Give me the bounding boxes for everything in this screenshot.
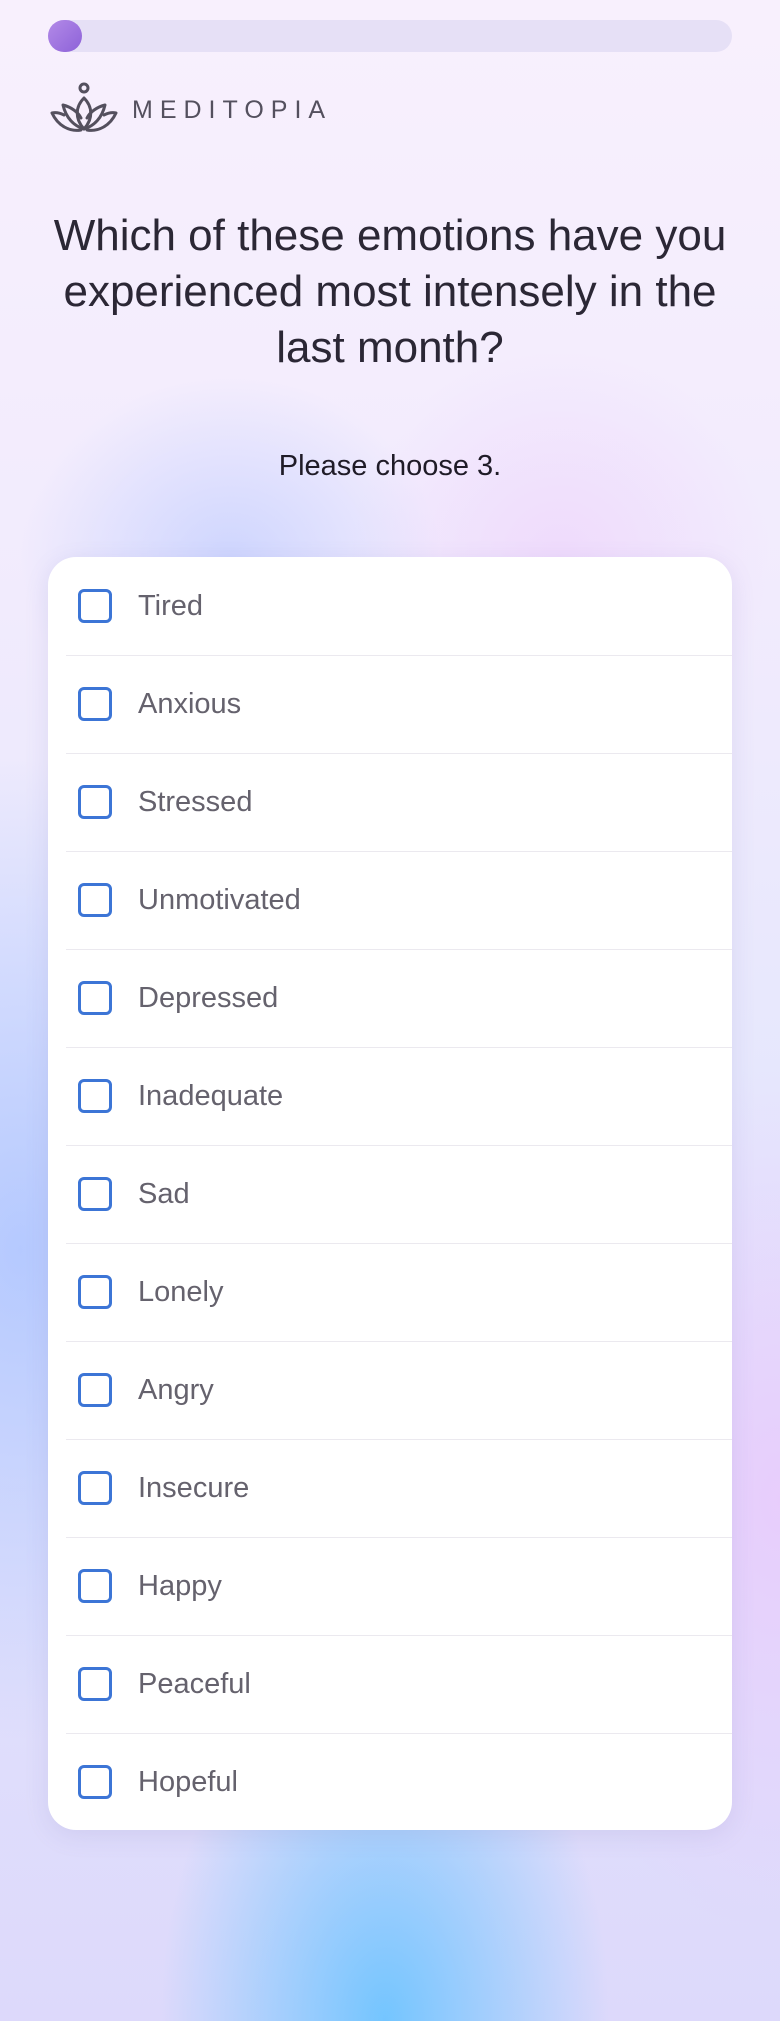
option-item[interactable]: Angry [48, 1341, 732, 1439]
brand-name: MEDITOPIA [132, 95, 333, 124]
option-item[interactable]: Happy [48, 1537, 732, 1635]
option-item[interactable]: Stressed [48, 753, 732, 851]
option-label: Lonely [138, 1275, 224, 1308]
option-label: Unmotivated [138, 883, 301, 916]
option-label: Anxious [138, 687, 242, 720]
brand-logo: MEDITOPIA [48, 80, 332, 140]
option-item[interactable]: Hopeful [48, 1733, 732, 1830]
option-label: Sad [138, 1177, 190, 1210]
progress-bar-fill [48, 20, 83, 52]
checkbox[interactable] [78, 589, 112, 623]
option-item[interactable]: Depressed [48, 949, 732, 1047]
checkbox[interactable] [78, 1177, 112, 1211]
checkbox[interactable] [78, 1275, 112, 1309]
checkbox[interactable] [78, 981, 112, 1015]
checkbox[interactable] [78, 785, 112, 819]
option-label: Insecure [138, 1471, 250, 1504]
option-label: Hopeful [138, 1765, 238, 1798]
option-item[interactable]: Unmotivated [48, 851, 732, 949]
checkbox[interactable] [78, 1569, 112, 1603]
option-label: Angry [138, 1373, 214, 1406]
checkbox[interactable] [78, 1765, 112, 1799]
option-label: Tired [138, 589, 203, 622]
option-item[interactable]: Anxious [48, 655, 732, 753]
options-list: Tired Anxious Stressed Unmotivated Depre… [48, 557, 732, 1830]
option-label: Happy [138, 1569, 222, 1602]
option-item[interactable]: Sad [48, 1145, 732, 1243]
checkbox[interactable] [78, 687, 112, 721]
option-item[interactable]: Tired [48, 557, 732, 655]
option-label: Inadequate [138, 1079, 284, 1112]
progress-bar [48, 20, 732, 52]
option-label: Depressed [138, 981, 279, 1014]
question-instruction: Please choose 3. [278, 450, 502, 482]
lotus-icon [48, 79, 120, 142]
option-item[interactable]: Insecure [48, 1439, 732, 1537]
option-label: Peaceful [138, 1667, 251, 1700]
checkbox[interactable] [78, 1373, 112, 1407]
checkbox[interactable] [78, 883, 112, 917]
question-title: Which of these emotions have you experie… [53, 211, 727, 372]
option-label: Stressed [138, 785, 253, 818]
checkbox[interactable] [78, 1667, 112, 1701]
option-item[interactable]: Lonely [48, 1243, 732, 1341]
checkbox[interactable] [78, 1079, 112, 1113]
option-item[interactable]: Inadequate [48, 1047, 732, 1145]
option-item[interactable]: Peaceful [48, 1635, 732, 1733]
checkbox[interactable] [78, 1471, 112, 1505]
